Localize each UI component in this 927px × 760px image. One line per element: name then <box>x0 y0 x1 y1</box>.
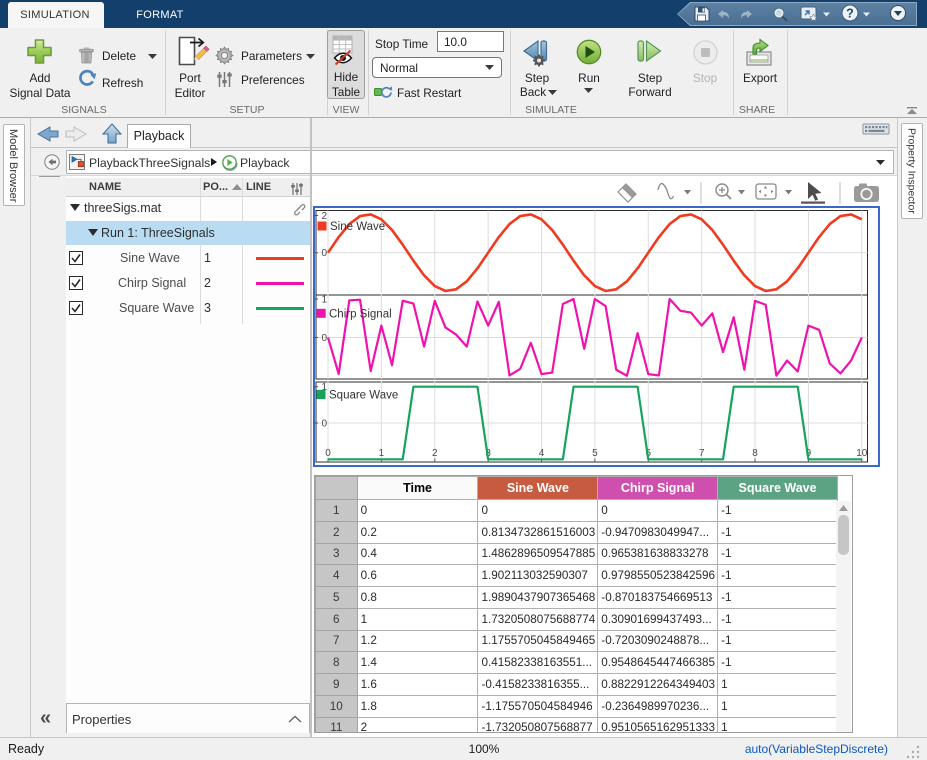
svg-text:?: ? <box>846 7 854 21</box>
svg-text:Square Wave: Square Wave <box>329 390 398 402</box>
svg-text:Chirp Signal: Chirp Signal <box>329 309 392 321</box>
svg-text:2: 2 <box>432 448 438 459</box>
svg-text:8: 8 <box>752 448 758 459</box>
svg-text:0: 0 <box>325 448 331 459</box>
svg-text:5: 5 <box>592 448 598 459</box>
svg-text:1: 1 <box>321 295 327 306</box>
svg-text:4: 4 <box>539 448 545 459</box>
svg-text:1: 1 <box>379 448 385 459</box>
svg-text:0: 0 <box>321 333 327 344</box>
svg-text:10: 10 <box>856 448 868 459</box>
svg-text:Sine Wave: Sine Wave <box>330 221 385 233</box>
svg-text:0: 0 <box>321 248 327 259</box>
svg-text:7: 7 <box>699 448 705 459</box>
svg-text:2: 2 <box>321 211 327 222</box>
svg-text:0: 0 <box>321 419 327 430</box>
